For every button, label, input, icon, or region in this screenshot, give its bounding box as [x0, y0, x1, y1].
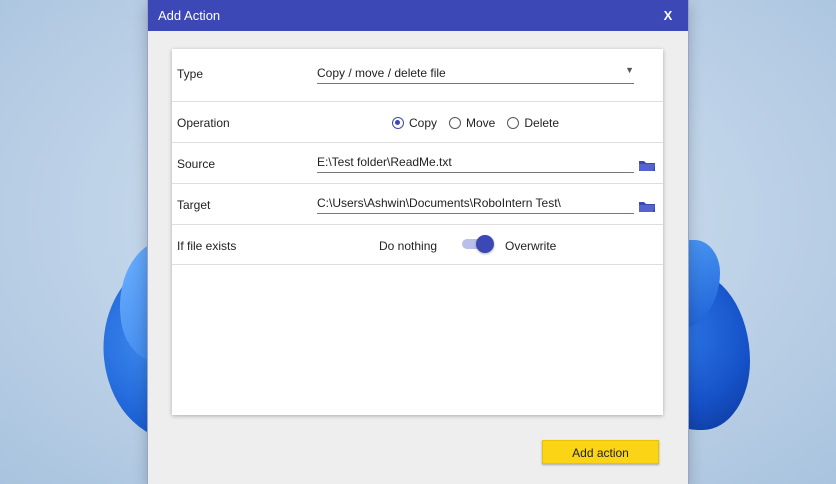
operation-radio-group: Copy Move Delete	[392, 116, 559, 130]
target-row: Target C:\Users\Ashwin\Documents\RoboInt…	[172, 184, 663, 225]
type-label: Type	[177, 67, 204, 81]
radio-copy-indicator	[392, 117, 404, 129]
radio-move-indicator	[449, 117, 462, 129]
add-action-button[interactable]: Add action	[542, 440, 659, 464]
radio-move-label: Move	[466, 116, 496, 130]
do-nothing-label: Do nothing	[379, 239, 438, 253]
source-input[interactable]: E:\Test folder\ReadMe.txt	[317, 155, 634, 173]
toggle-knob	[476, 235, 494, 253]
radio-delete-label: Delete	[524, 116, 560, 130]
add-action-dialog: Add Action X Type Copy / move / delete f…	[148, 0, 688, 484]
dropdown-caret-icon: ▼	[625, 66, 634, 75]
source-input-value: E:\Test folder\ReadMe.txt	[317, 155, 452, 169]
if-exists-row: If file exists Do nothing Overwrite	[172, 225, 663, 265]
overwrite-label: Overwrite	[505, 239, 557, 253]
target-browse-folder-icon[interactable]	[638, 200, 656, 213]
overwrite-toggle[interactable]	[462, 235, 494, 253]
dialog-titlebar: Add Action X	[148, 0, 688, 31]
radio-move[interactable]: Move	[449, 116, 495, 130]
dialog-title: Add Action	[158, 8, 221, 23]
radio-delete-indicator	[507, 117, 520, 129]
source-row: Source E:\Test folder\ReadMe.txt	[172, 143, 663, 184]
source-browse-folder-icon[interactable]	[638, 159, 656, 172]
target-input[interactable]: C:\Users\Ashwin\Documents\RoboIntern Tes…	[317, 196, 634, 214]
type-select-value: Copy / move / delete file	[317, 66, 446, 80]
type-select[interactable]: Copy / move / delete file ▼	[317, 66, 634, 84]
radio-copy[interactable]: Copy	[392, 116, 437, 130]
operation-row: Operation Copy Move Delete	[172, 102, 663, 143]
radio-delete[interactable]: Delete	[507, 116, 559, 130]
source-label: Source	[177, 157, 216, 171]
radio-copy-label: Copy	[409, 116, 438, 130]
close-button[interactable]: X	[658, 8, 678, 23]
target-input-value: C:\Users\Ashwin\Documents\RoboIntern Tes…	[317, 196, 561, 210]
if-exists-label: If file exists	[177, 239, 237, 253]
form-card: Type Copy / move / delete file ▼ Operati…	[172, 49, 663, 415]
operation-label: Operation	[177, 116, 230, 130]
type-row: Type Copy / move / delete file ▼	[172, 49, 663, 102]
target-label: Target	[177, 198, 211, 212]
